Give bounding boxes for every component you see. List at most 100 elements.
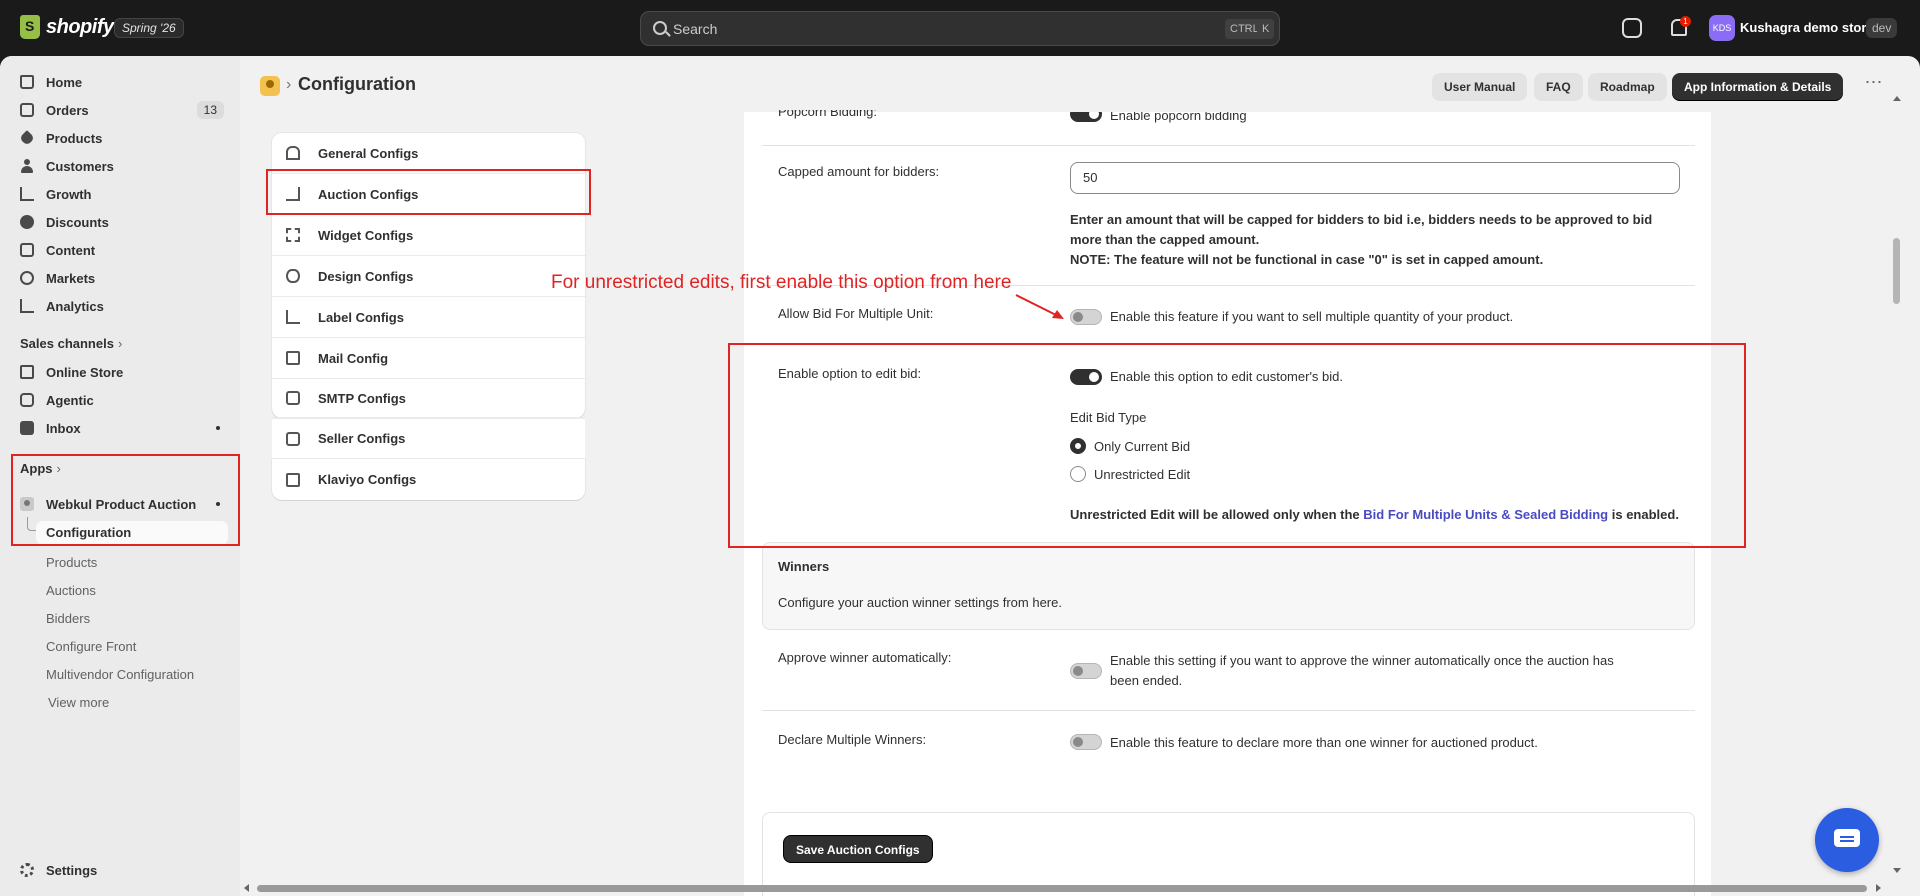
sidebar-subitem-multivendor[interactable]: Multivendor Configuration	[46, 667, 194, 682]
gear-icon	[20, 863, 34, 877]
edit-bid-highlight-box	[728, 343, 1746, 548]
sidebar-item-label: Analytics	[46, 298, 104, 314]
sidebar-item-label: Customers	[46, 158, 114, 174]
config-nav-seller[interactable]: Seller Configs	[272, 418, 585, 459]
sales-channels-heading[interactable]: Sales channels ›	[20, 336, 122, 351]
sidebar-item-analytics[interactable]: Analytics	[10, 292, 228, 320]
sidebar-item-label: Growth	[46, 186, 92, 202]
store-icon	[20, 365, 34, 379]
config-nav-klaviyo[interactable]: Klaviyo Configs	[272, 459, 585, 500]
sidebar-item-content[interactable]: Content	[10, 236, 228, 264]
sidebar: Home Orders 13 Products Customers Growth …	[0, 56, 240, 896]
vertical-scroll-thumb[interactable]	[1893, 238, 1900, 304]
orders-count-badge: 13	[196, 101, 224, 119]
sidebar-item-discounts[interactable]: Discounts	[10, 208, 228, 236]
config-nav-design[interactable]: Design Configs	[272, 256, 585, 297]
app-page-icon[interactable]	[260, 76, 280, 96]
winners-title: Winners	[778, 559, 830, 574]
app-information-button[interactable]: App Information & Details	[1672, 73, 1844, 101]
sidebar-item-markets[interactable]: Markets	[10, 264, 228, 292]
config-nav-widget[interactable]: Widget Configs	[272, 215, 585, 256]
seller-icon	[286, 431, 300, 446]
multiple-unit-toggle[interactable]	[1070, 309, 1102, 325]
scroll-left-icon[interactable]	[244, 884, 249, 892]
scroll-right-icon[interactable]	[1876, 884, 1881, 892]
sidekick-icon[interactable]	[1622, 18, 1642, 38]
scroll-up-icon[interactable]	[1893, 96, 1901, 101]
multiple-winners-text: Enable this feature to declare more than…	[1110, 735, 1538, 750]
sidebar-item-products[interactable]: Products	[10, 124, 228, 152]
sales-channels-label: Sales channels	[20, 336, 114, 351]
faq-button[interactable]: FAQ	[1534, 73, 1583, 101]
capped-amount-input[interactable]: 50	[1070, 162, 1680, 194]
config-nav-label: Design Configs	[318, 268, 414, 284]
sidebar-item-agentic[interactable]: Agentic	[10, 386, 228, 414]
more-actions-icon[interactable]: ⋯	[1860, 73, 1888, 96]
chat-support-button[interactable]	[1815, 808, 1879, 872]
vertical-scrollbar[interactable]	[1888, 56, 1904, 896]
config-nav-label: General Configs	[318, 145, 419, 161]
sidebar-subitem-auctions[interactable]: Auctions	[46, 583, 96, 598]
apps-highlight-box	[11, 454, 240, 546]
inbox-icon	[20, 421, 34, 435]
approve-winner-text-2: been ended.	[1110, 673, 1183, 688]
sidebar-item-orders[interactable]: Orders 13	[10, 96, 228, 124]
tag-icon	[19, 130, 35, 146]
orders-icon	[20, 103, 34, 117]
horizontal-scrollbar[interactable]	[240, 880, 1888, 896]
config-nav-smtp[interactable]: SMTP Configs	[272, 379, 585, 418]
sidebar-item-label: Agentic	[46, 392, 94, 408]
config-nav-label: Label Configs	[318, 309, 404, 325]
frame-icon	[286, 228, 300, 242]
eye-icon	[286, 269, 300, 283]
roadmap-button[interactable]: Roadmap	[1588, 73, 1667, 101]
growth-icon	[20, 187, 34, 201]
scroll-down-icon[interactable]	[1893, 868, 1901, 873]
multiple-unit-label: Allow Bid For Multiple Unit:	[778, 306, 934, 321]
shortcut-key: K	[1257, 19, 1275, 39]
config-nav-general[interactable]: General Configs	[272, 133, 585, 174]
version-badge[interactable]: Spring '26	[114, 18, 184, 38]
sidebar-item-label: Settings	[46, 862, 98, 878]
horizontal-scroll-thumb[interactable]	[257, 885, 1867, 892]
config-nav-mail[interactable]: Mail Config	[272, 338, 585, 379]
capped-amount-label: Capped amount for bidders:	[778, 164, 940, 179]
approve-winner-toggle[interactable]	[1070, 663, 1102, 679]
user-manual-button[interactable]: User Manual	[1432, 73, 1528, 101]
page-title: Configuration	[298, 74, 416, 94]
annotation-text: For unrestricted edits, first enable thi…	[551, 272, 1012, 293]
sidebar-view-more[interactable]: View more	[48, 695, 109, 710]
approve-winner-text-1: Enable this setting if you want to appro…	[1110, 653, 1614, 668]
divider	[762, 145, 1695, 146]
store-env-badge: dev	[1866, 18, 1898, 38]
store-name[interactable]: Kushagra demo store	[1740, 20, 1874, 35]
search-icon	[653, 21, 667, 35]
sidebar-item-customers[interactable]: Customers	[10, 152, 228, 180]
sidebar-subitem-bidders[interactable]: Bidders	[46, 611, 90, 626]
store-avatar[interactable]: KDS	[1709, 15, 1735, 41]
main-frame: Home Orders 13 Products Customers Growth …	[0, 56, 1920, 896]
shopify-bag-icon	[20, 15, 40, 39]
logo-text: shopify	[46, 15, 114, 38]
multiple-winners-toggle[interactable]	[1070, 734, 1102, 750]
home-icon	[20, 75, 34, 89]
sidebar-item-growth[interactable]: Growth	[10, 180, 228, 208]
sidebar-subitem-products[interactable]: Products	[46, 555, 97, 570]
capped-help-line-2: more than the capped amount.	[1070, 232, 1260, 247]
config-nav-label-configs[interactable]: Label Configs	[272, 297, 585, 338]
search-input[interactable]: Search CTRL K	[640, 11, 1280, 46]
winners-subtitle: Configure your auction winner settings f…	[778, 595, 1062, 610]
approve-winner-label: Approve winner automatically:	[778, 650, 952, 665]
sidebar-item-online-store[interactable]: Online Store	[10, 358, 228, 386]
config-nav-label: Mail Config	[318, 350, 389, 366]
auction-configs-highlight-box	[266, 169, 591, 215]
config-nav-label: SMTP Configs	[318, 390, 406, 406]
shopify-logo[interactable]: shopify	[20, 15, 114, 39]
sidebar-item-inbox[interactable]: Inbox	[10, 414, 228, 442]
label-icon	[286, 310, 300, 324]
save-auction-configs-button[interactable]: Save Auction Configs	[783, 835, 933, 863]
sidebar-item-home[interactable]: Home	[10, 68, 228, 96]
sidebar-subitem-configure-front[interactable]: Configure Front	[46, 639, 136, 654]
analytics-icon	[20, 299, 34, 313]
sidebar-item-settings[interactable]: Settings	[10, 856, 228, 884]
